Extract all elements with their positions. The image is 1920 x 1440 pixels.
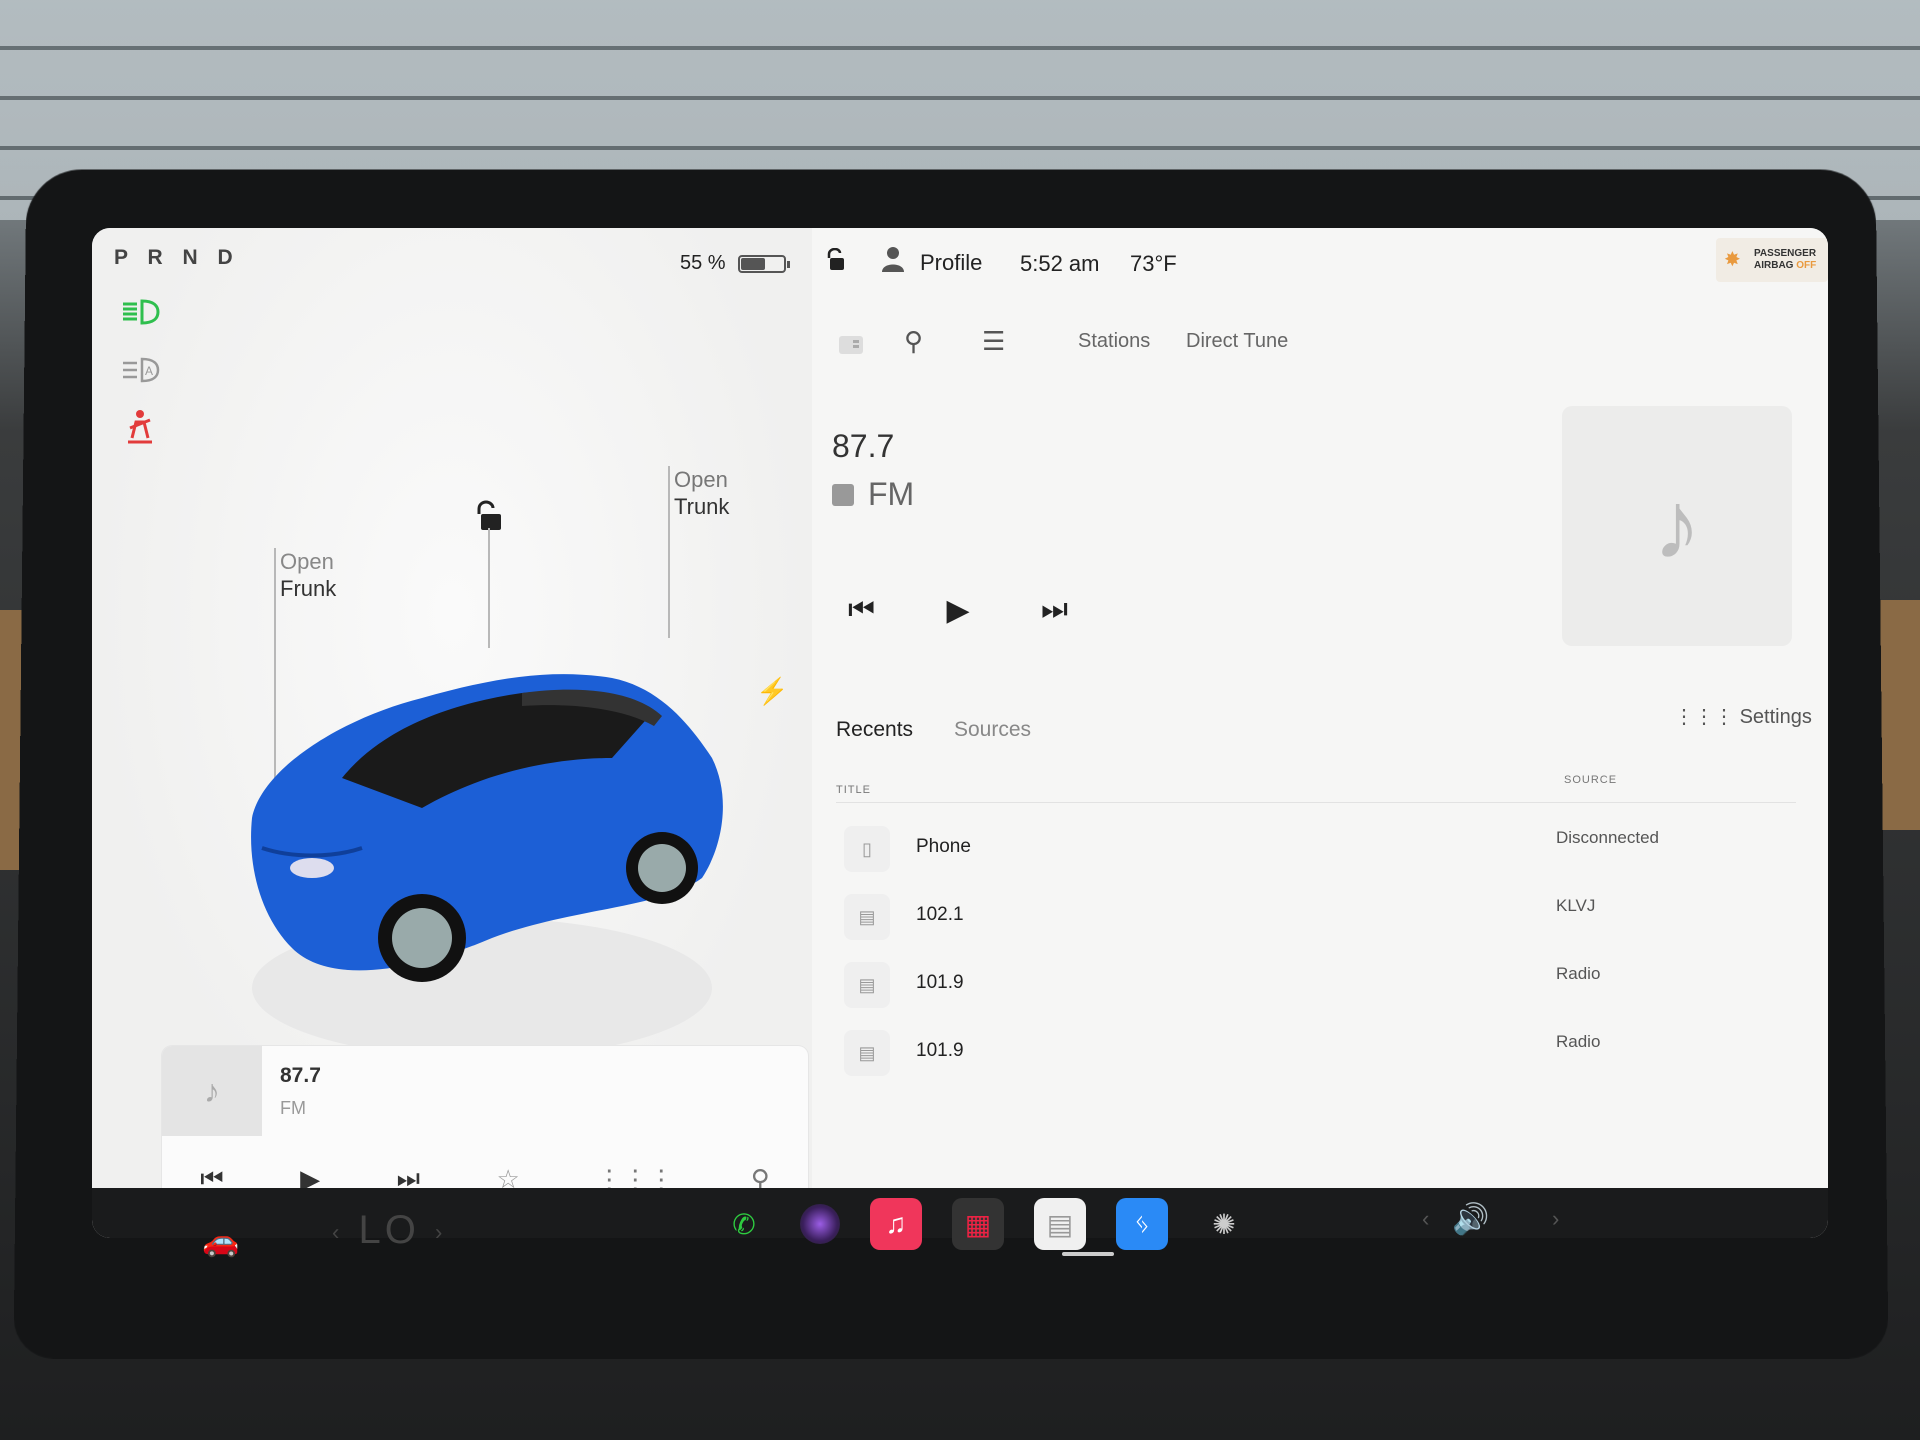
now-playing-band-row: FM — [832, 476, 914, 513]
next-icon[interactable]: ⏭ — [1041, 593, 1068, 627]
chevron-right-icon[interactable]: › — [1552, 1206, 1559, 1232]
airbag-state: OFF — [1796, 260, 1817, 271]
sliders-icon: ⋮⋮⋮ — [1674, 706, 1734, 728]
chevron-left-icon[interactable]: ‹ — [1422, 1206, 1429, 1232]
bluetooth-icon[interactable]: ᛃ — [1116, 1198, 1168, 1250]
phone-icon[interactable]: ✆ — [718, 1198, 770, 1250]
toybox-icon[interactable]: ▦ — [952, 1198, 1004, 1250]
touchscreen: P R N D 55 % A Open Trunk Open Frunk ⚡ ♪… — [92, 228, 1828, 1238]
airbag-line2: AIRBAG — [1754, 260, 1794, 271]
charge-port-icon[interactable]: ⚡ — [756, 676, 788, 707]
list-item-source: Radio — [1556, 1032, 1601, 1051]
music-icon[interactable]: ♫ — [870, 1198, 922, 1250]
list-item-title: 101.9 — [916, 1040, 964, 1061]
radio-icon[interactable]: ▤ — [1034, 1198, 1086, 1250]
chevron-right-icon[interactable]: › — [435, 1219, 446, 1244]
playback-controls: ⏮ ▶ ⏭ — [838, 570, 1078, 650]
passenger-airbag-status: ✸ PASSENGER AIRBAG OFF — [1716, 238, 1828, 282]
tab-direct-tune[interactable]: Direct Tune — [1186, 330, 1288, 353]
list-item[interactable]: ▯ Phone Disconnected — [836, 818, 1796, 880]
now-playing-frequency: 87.7 — [832, 428, 895, 464]
battery-percent: 55 % — [680, 252, 726, 274]
trunk-label: Trunk — [674, 494, 730, 519]
divider — [836, 802, 1796, 803]
media-tabs: ⚲ ☰ Stations Direct Tune — [812, 324, 1828, 374]
airbag-line1: PASSENGER — [1754, 248, 1817, 259]
unlock-icon[interactable] — [472, 500, 502, 534]
clock: 5:52 am — [1020, 251, 1100, 276]
radio-icon — [832, 483, 854, 506]
car-icon[interactable]: 🚗 — [202, 1224, 239, 1259]
tab-stations[interactable]: Stations — [1078, 330, 1150, 353]
auto-highbeam-icon[interactable]: A — [117, 350, 163, 390]
seatbelt-icon — [117, 406, 163, 446]
search-icon[interactable]: ⚲ — [904, 326, 923, 357]
radio-icon: ▤ — [844, 962, 890, 1008]
dock: 🚗 ‹ LO › ✆ ♫ ▦ ▤ ᛃ ✺ ‹ 🔊 › — [92, 1188, 1828, 1298]
column-header-source: SOURCE — [1564, 774, 1618, 786]
queue-icon[interactable]: ☰ — [982, 326, 1005, 357]
profile-button[interactable]: Profile — [920, 250, 982, 276]
list-item-source: KLVJ — [1556, 896, 1596, 915]
list-item-title: 101.9 — [916, 972, 964, 993]
music-note-icon: ♪ — [1653, 472, 1701, 579]
settings-label: Settings — [1739, 706, 1812, 728]
list-item-source: Disconnected — [1556, 828, 1660, 847]
vehicle-panel: P R N D 55 % A Open Trunk Open Frunk ⚡ ♪… — [92, 228, 812, 1216]
frunk-label: Frunk — [280, 576, 337, 601]
radio-icon: ▤ — [844, 894, 890, 940]
frunk-action: Open — [280, 549, 334, 574]
mini-player-frequency: 87.7 — [280, 1064, 321, 1087]
column-header-title: TITLE — [836, 784, 871, 796]
climate-temperature[interactable]: ‹ LO › — [332, 1208, 446, 1253]
outside-temperature: 73°F — [1130, 251, 1177, 276]
gear-selector: P R N D — [114, 246, 240, 269]
active-app-indicator — [1062, 1252, 1114, 1256]
phone-icon: ▯ — [844, 826, 890, 872]
svg-text:A: A — [145, 364, 153, 378]
list-item[interactable]: ▤ 102.1 KLVJ — [836, 886, 1796, 948]
now-playing-band: FM — [868, 476, 915, 512]
frunk-button[interactable]: Open Frunk — [280, 548, 336, 602]
album-art: ♪ — [1562, 406, 1792, 646]
car-model — [251, 674, 723, 1058]
list-item[interactable]: ▤ 101.9 Radio — [836, 954, 1796, 1016]
fan-icon[interactable]: ✺ — [1198, 1198, 1250, 1250]
mini-player-band: FM — [280, 1098, 306, 1118]
music-note-icon: ♪ — [162, 1046, 262, 1136]
list-item-title: 102.1 — [916, 904, 964, 925]
status-bar: Profile 5:52 am 73°F ✸ PASSENGER AIRBAG … — [812, 228, 1828, 292]
list-item-source: Radio — [1556, 964, 1601, 983]
play-icon[interactable]: ▶ — [946, 593, 969, 628]
settings-button[interactable]: ⋮⋮⋮ Settings — [1674, 704, 1812, 729]
dock-apps: ✆ ♫ ▦ ▤ ᛃ ✺ — [718, 1198, 1250, 1250]
tab-recents[interactable]: Recents — [836, 718, 913, 742]
profile-icon[interactable] — [882, 246, 904, 272]
airbag-icon: ✸ — [1724, 249, 1741, 271]
headlights-icon[interactable] — [117, 292, 163, 332]
tab-sources[interactable]: Sources — [954, 718, 1031, 742]
list-item-title: Phone — [916, 836, 971, 857]
trunk-button[interactable]: Open Trunk — [674, 466, 729, 520]
trunk-action: Open — [674, 467, 728, 492]
media-panel: Profile 5:52 am 73°F ✸ PASSENGER AIRBAG … — [812, 228, 1828, 1188]
lock-status-icon[interactable] — [824, 247, 846, 278]
camera-icon[interactable] — [800, 1204, 840, 1244]
battery-icon — [738, 255, 790, 273]
list-item[interactable]: ▤ 101.9 Radio — [836, 1022, 1796, 1084]
volume-icon[interactable]: 🔊 — [1452, 1202, 1489, 1237]
previous-icon[interactable]: ⏮ — [848, 593, 875, 627]
radio-source-icon[interactable] — [836, 328, 866, 358]
chevron-left-icon[interactable]: ‹ — [332, 1219, 343, 1244]
temperature-value: LO — [358, 1208, 420, 1252]
radio-icon: ▤ — [844, 1030, 890, 1076]
